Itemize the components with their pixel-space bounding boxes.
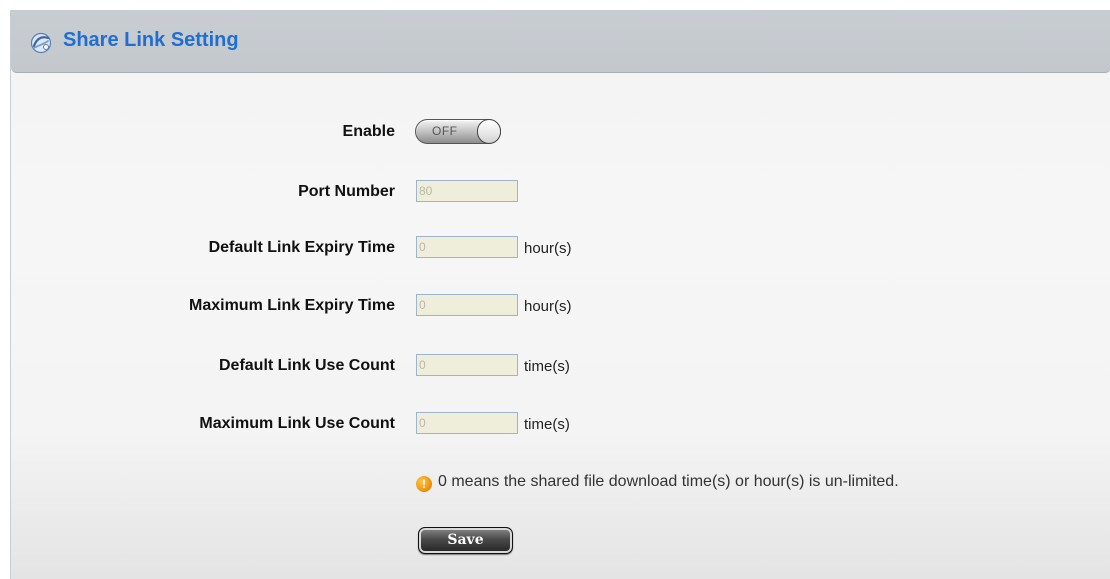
default-count-unit: time(s) bbox=[524, 358, 570, 375]
max-expiry-row: Maximum Link Expiry Time 0 hour(s) bbox=[11, 294, 1110, 320]
page-title: Share Link Setting bbox=[63, 29, 239, 51]
max-expiry-unit: hour(s) bbox=[524, 298, 572, 315]
port-label: Port Number bbox=[298, 183, 395, 200]
max-count-label: Maximum Link Use Count bbox=[199, 415, 395, 432]
default-count-input[interactable]: 0 bbox=[416, 354, 518, 376]
actions-row: Save bbox=[11, 527, 1110, 554]
default-count-label: Default Link Use Count bbox=[218, 357, 395, 374]
save-button[interactable]: Save bbox=[418, 527, 513, 554]
max-expiry-label: Maximum Link Expiry Time bbox=[189, 297, 395, 314]
default-expiry-row: Default Link Expiry Time 0 hour(s) bbox=[11, 236, 1110, 262]
max-count-row: Maximum Link Use Count 0 time(s) bbox=[11, 412, 1110, 438]
toggle-knob bbox=[477, 119, 501, 144]
toggle-state-label: OFF bbox=[432, 124, 458, 138]
share-link-setting-panel: Share Link Setting Enable OFF Port Numbe… bbox=[10, 10, 1110, 579]
default-count-row: Default Link Use Count 0 time(s) bbox=[11, 354, 1110, 380]
port-number-input[interactable]: 80 bbox=[416, 180, 518, 202]
port-row: Port Number 80 bbox=[11, 180, 1110, 206]
enable-label: Enable bbox=[342, 123, 395, 140]
info-icon: ! bbox=[416, 476, 432, 492]
max-count-input[interactable]: 0 bbox=[416, 412, 518, 434]
enable-row: Enable OFF bbox=[11, 119, 1110, 146]
default-expiry-label: Default Link Expiry Time bbox=[208, 239, 395, 256]
default-expiry-unit: hour(s) bbox=[524, 240, 572, 257]
share-link-icon bbox=[30, 32, 52, 54]
max-expiry-input[interactable]: 0 bbox=[416, 294, 518, 316]
note-row: ! 0 means the shared file download time(s… bbox=[11, 473, 1110, 499]
default-expiry-input[interactable]: 0 bbox=[416, 236, 518, 258]
info-note-text: 0 means the shared file download time(s)… bbox=[438, 473, 899, 490]
panel-header: Share Link Setting bbox=[11, 10, 1110, 73]
enable-toggle[interactable]: OFF bbox=[415, 119, 501, 144]
info-note: ! 0 means the shared file download time(s… bbox=[416, 473, 899, 492]
max-count-unit: time(s) bbox=[524, 416, 570, 433]
